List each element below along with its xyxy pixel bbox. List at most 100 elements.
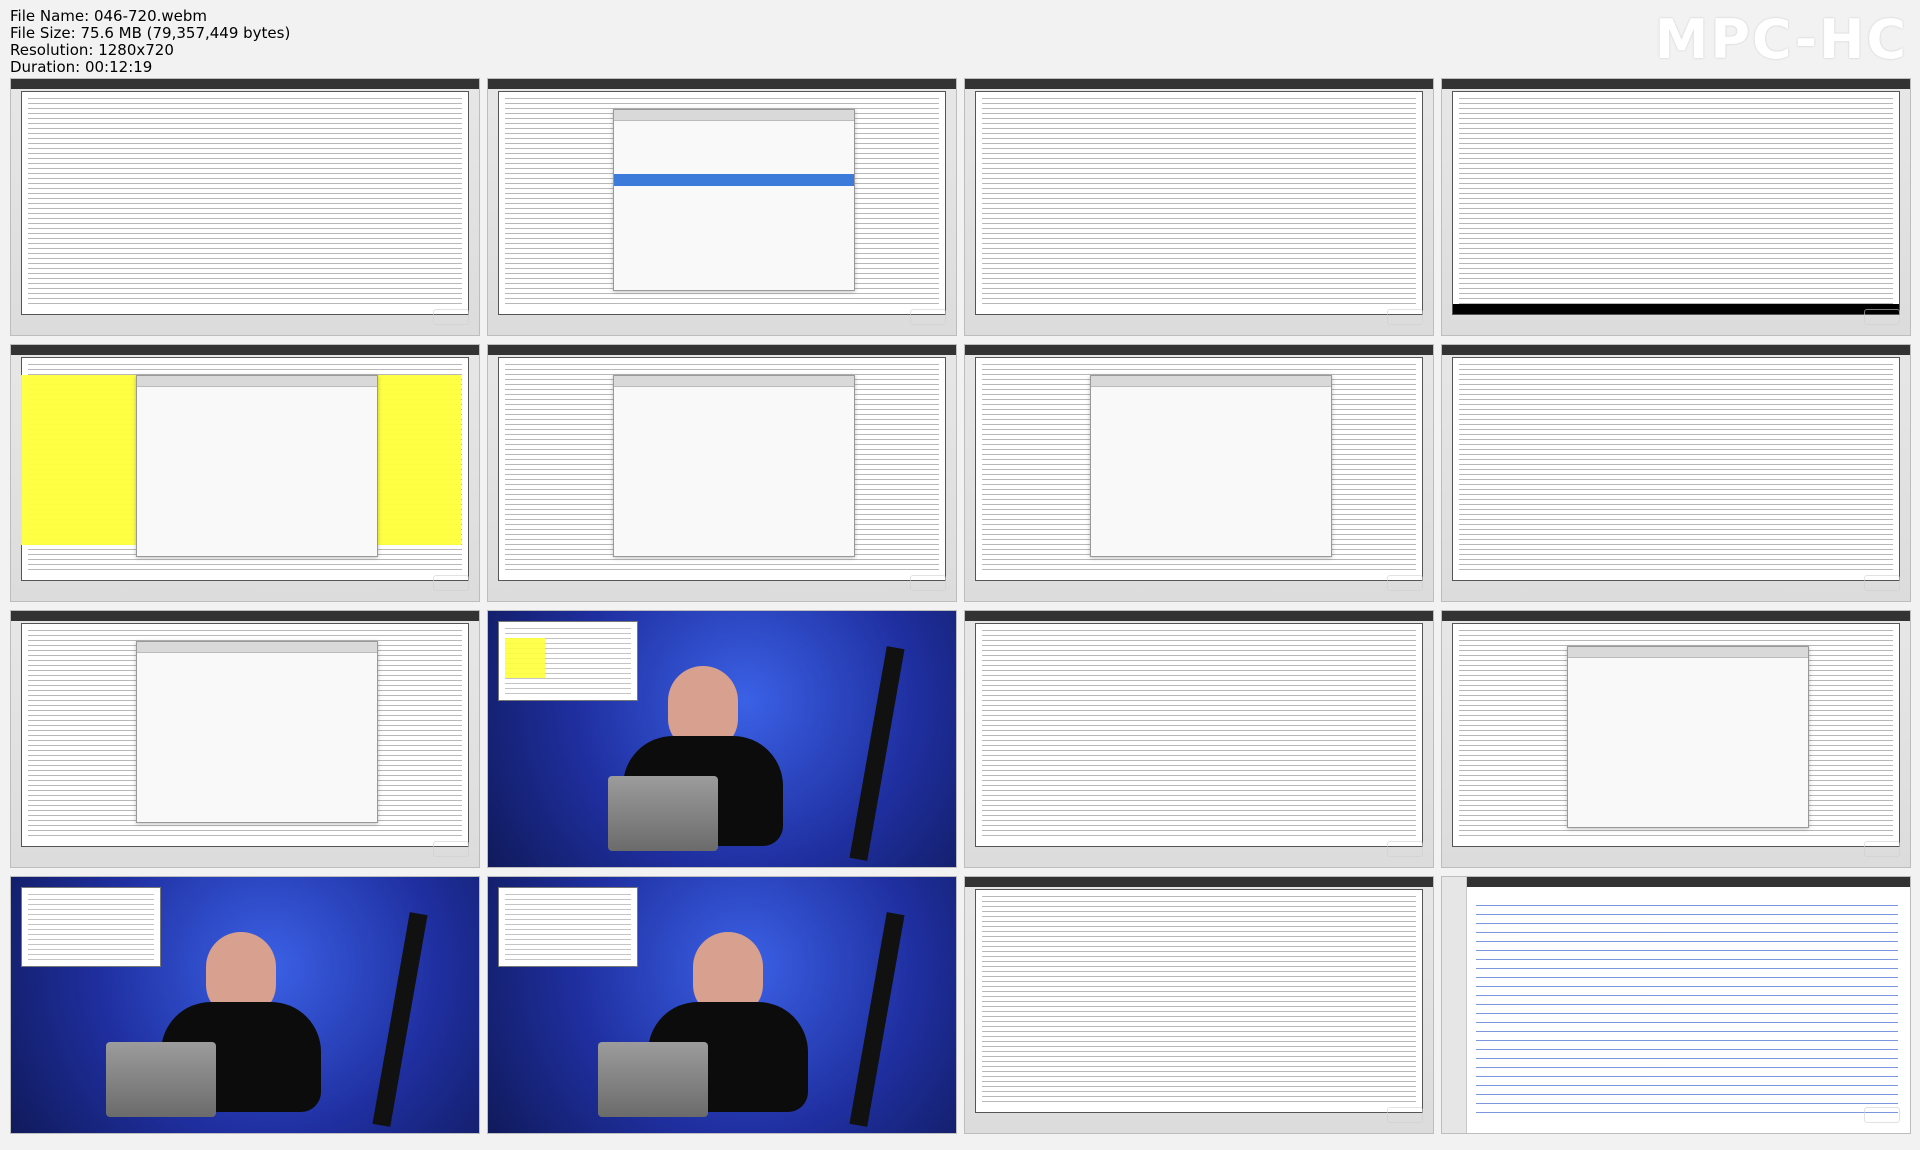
- desktop-screen: [965, 877, 1433, 1133]
- editor-toolbar: [137, 642, 377, 653]
- link-list: [1476, 905, 1898, 1113]
- top-bar: [11, 345, 479, 355]
- watermark-logo: [1387, 309, 1423, 325]
- top-bar: [11, 79, 479, 89]
- thumbnail-10: [487, 610, 957, 868]
- thumbnail-14: [487, 876, 957, 1134]
- thumbnail-grid: [10, 78, 1911, 1142]
- editor-toolbar: [137, 376, 377, 387]
- pip-highlight: [505, 638, 545, 678]
- terminal-text: [982, 98, 1416, 308]
- file-info: File Name: 046-720.webm File Size: 75.6 …: [10, 8, 610, 78]
- pip-text: [28, 894, 154, 960]
- watermark-logo: [433, 575, 469, 591]
- top-bar: [1442, 79, 1910, 89]
- watermark-logo: [1387, 575, 1423, 591]
- editor-toolbar: [1091, 376, 1331, 387]
- screen-pip: [498, 887, 638, 967]
- desktop-screen: [488, 79, 956, 335]
- terminal-status-bar: [1453, 304, 1899, 314]
- top-bar: [1442, 611, 1910, 621]
- top-bar: [488, 345, 956, 355]
- editor-window: [1090, 375, 1332, 557]
- terminal-window: [975, 91, 1423, 315]
- desktop-screen: [1442, 79, 1910, 335]
- editor-toolbar: [614, 110, 854, 121]
- thumbnail-13: [10, 876, 480, 1134]
- thumbnail-1: [10, 78, 480, 336]
- laptop: [608, 776, 718, 851]
- presenter-video: [488, 611, 956, 867]
- laptop: [598, 1042, 708, 1117]
- terminal-text: [1459, 98, 1893, 308]
- desktop-screen: [965, 345, 1433, 601]
- top-bar: [1442, 877, 1910, 887]
- desktop-screen: [1442, 345, 1910, 601]
- thumbnail-4: [1441, 78, 1911, 336]
- thumbnail-6: [487, 344, 957, 602]
- desktop-screen: [965, 611, 1433, 867]
- terminal-window: [975, 889, 1423, 1113]
- terminal-text: [982, 896, 1416, 1106]
- top-bar: [1442, 345, 1910, 355]
- terminal-window: [1452, 357, 1900, 581]
- terminal-text: [28, 98, 462, 308]
- watermark-logo: [1864, 841, 1900, 857]
- desk-lamp-arm: [372, 912, 428, 1127]
- thumbnail-12: [1441, 610, 1911, 868]
- editor-toolbar: [614, 376, 854, 387]
- thumbnail-5: [10, 344, 480, 602]
- top-bar: [965, 877, 1433, 887]
- screen-pip: [21, 887, 161, 967]
- desktop-screen: [11, 345, 479, 601]
- selected-text-block: [614, 174, 854, 186]
- player-logo: MPC-HC: [1654, 8, 1908, 71]
- top-bar: [11, 611, 479, 621]
- resolution-line: Resolution: 1280x720: [10, 41, 174, 59]
- watermark-logo: [910, 575, 946, 591]
- presenter-video: [488, 877, 956, 1133]
- editor-window: [613, 109, 855, 291]
- thumbnail-8: [1441, 344, 1911, 602]
- desk-lamp-arm: [849, 646, 905, 861]
- pip-text: [505, 894, 631, 960]
- watermark-logo: [1864, 575, 1900, 591]
- presenter-video: [11, 877, 479, 1133]
- desktop-screen: [1442, 611, 1910, 867]
- editor-window: [136, 375, 378, 557]
- terminal-window: [975, 623, 1423, 847]
- watermark-logo: [910, 309, 946, 325]
- watermark-logo: [1864, 309, 1900, 325]
- terminal-text: [1459, 364, 1893, 574]
- watermark-logo: [1387, 1107, 1423, 1123]
- thumbnail-11: [964, 610, 1434, 868]
- watermark-logo: [1864, 1107, 1900, 1123]
- editor-window: [136, 641, 378, 823]
- top-bar: [965, 611, 1433, 621]
- terminal-text: [982, 630, 1416, 840]
- file-size-line: File Size: 75.6 MB (79,357,449 bytes): [10, 24, 291, 42]
- thumbnail-2: [487, 78, 957, 336]
- laptop: [106, 1042, 216, 1117]
- terminal-window: [1452, 91, 1900, 315]
- watermark-logo: [1387, 841, 1423, 857]
- editor-toolbar: [1568, 647, 1808, 658]
- editor-window: [1567, 646, 1809, 828]
- desk-lamp-arm: [849, 912, 905, 1127]
- thumbnail-16: [1441, 876, 1911, 1134]
- top-bar: [965, 79, 1433, 89]
- browser-sidebar: [1442, 877, 1467, 1133]
- thumbnail-3: [964, 78, 1434, 336]
- desktop-screen: [11, 611, 479, 867]
- browser-screen: [1442, 877, 1910, 1133]
- desktop-screen: [488, 345, 956, 601]
- watermark-logo: [433, 309, 469, 325]
- duration-line: Duration: 00:12:19: [10, 58, 153, 76]
- desktop-screen: [11, 79, 479, 335]
- thumbnail-15: [964, 876, 1434, 1134]
- terminal-window: [21, 91, 469, 315]
- screen-pip: [498, 621, 638, 701]
- thumbnail-7: [964, 344, 1434, 602]
- desktop-screen: [965, 79, 1433, 335]
- watermark-logo: [433, 841, 469, 857]
